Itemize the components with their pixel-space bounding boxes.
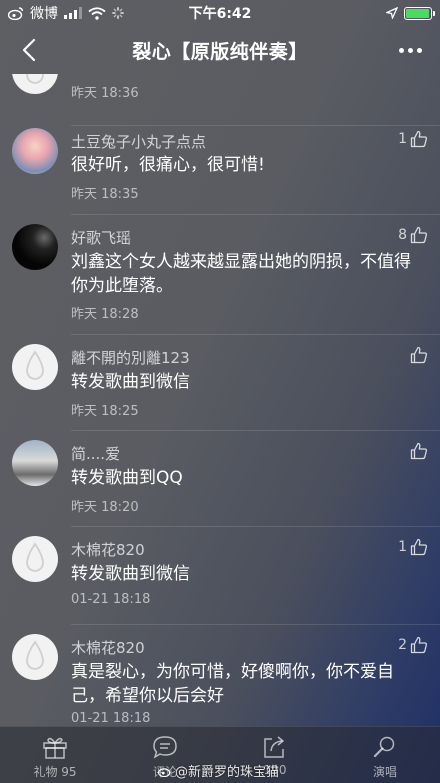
like-button[interactable]: 8 <box>398 226 428 244</box>
comment-list[interactable]: 昨天 18:36 土豆兔子小丸子点点 1 很好听，很痛心，很可惜! 昨天 18:… <box>0 74 440 726</box>
default-avatar-icon <box>26 640 44 670</box>
comment-username[interactable]: 土豆兔子小丸子点点 <box>71 131 206 152</box>
weibo-icon <box>158 767 171 777</box>
status-bar: 微博 下午6:42 <box>0 0 440 26</box>
microphone-icon <box>373 736 395 758</box>
chevron-left-icon <box>22 38 36 62</box>
comment-username[interactable]: 好歌飞瑶 <box>71 227 131 248</box>
status-right <box>386 6 435 20</box>
divider <box>71 430 440 431</box>
back-button[interactable] <box>14 34 44 66</box>
location-arrow-icon <box>386 7 398 19</box>
like-button[interactable]: 1 <box>398 538 428 556</box>
loading-spinner-icon <box>112 7 124 19</box>
watermark: @新爵罗的珠宝猫 <box>158 761 279 780</box>
thumbs-up-icon <box>410 636 428 654</box>
comment-text: 转发歌曲到微信 <box>71 372 190 392</box>
default-avatar-icon <box>26 74 44 84</box>
weibo-icon <box>8 7 24 20</box>
avatar[interactable] <box>12 74 58 94</box>
thumbs-up-icon <box>410 538 428 556</box>
avatar[interactable] <box>12 224 58 270</box>
like-count: 8 <box>398 227 407 243</box>
avatar[interactable] <box>12 128 58 174</box>
like-button[interactable]: 2 <box>398 636 428 654</box>
status-left: 微博 <box>8 3 124 23</box>
comment-item[interactable]: 好歌飞瑶 8 刘鑫这个女人越来越显露出她的阴损，不值得你为此堕落。 昨天 18:… <box>0 214 440 326</box>
page-title: 裂心【原版纯伴奏】 <box>132 40 308 63</box>
thumbs-up-icon <box>410 226 428 244</box>
comment-text: 真是裂心，为你可惜，好傻啊你，你不爱自己，希望你以后会好 <box>71 662 394 706</box>
comment-text: 很好听，很痛心，很可惜! <box>71 155 265 175</box>
divider <box>71 125 440 126</box>
thumbs-up-icon <box>410 130 428 148</box>
wifi-icon <box>88 6 106 20</box>
comment-item[interactable]: 離不開的別離123 转发歌曲到微信 昨天 18:25 <box>0 334 440 420</box>
like-button[interactable]: 1 <box>398 130 428 148</box>
dot-icon <box>407 47 413 53</box>
dot-icon <box>398 47 404 53</box>
comment-time: 01-21 18:18 <box>71 592 151 607</box>
cellular-signal-icon <box>64 7 82 19</box>
comment-time: 昨天 18:35 <box>71 187 139 202</box>
comment-text: 转发歌曲到微信 <box>71 564 190 584</box>
watermark-text: @新爵罗的珠宝猫 <box>175 765 280 780</box>
like-count: 1 <box>398 131 407 147</box>
divider <box>71 526 440 527</box>
comment-item[interactable]: 简....爱 转发歌曲到QQ 昨天 18:20 <box>0 430 440 516</box>
comment-item[interactable]: 土豆兔子小丸子点点 1 很好听，很痛心，很可惜! 昨天 18:35 <box>0 125 440 206</box>
status-time: 下午6:42 <box>188 6 252 22</box>
comment-time: 01-21 18:18 <box>71 711 151 726</box>
comment-username[interactable]: 木棉花820 <box>71 637 145 658</box>
comment-username[interactable]: 简....爱 <box>71 443 120 464</box>
like-count: 1 <box>398 539 407 555</box>
carrier-label: 微博 <box>30 6 58 22</box>
battery-level <box>406 8 429 18</box>
comment-text: 刘鑫这个女人越来越显露出她的阴损，不值得你为此堕落。 <box>71 252 411 296</box>
comment-item[interactable]: 木棉花820 2 真是裂心，为你可惜，好傻啊你，你不爱自己，希望你以后会好 01… <box>0 624 440 726</box>
comment-username[interactable]: 木棉花820 <box>71 539 145 560</box>
avatar[interactable] <box>12 440 58 486</box>
comment-icon <box>153 736 177 759</box>
avatar[interactable] <box>12 344 58 390</box>
divider <box>71 334 440 335</box>
comment-time: 昨天 18:20 <box>71 500 139 515</box>
comment-text: 转发歌曲到QQ <box>71 468 183 488</box>
tab-gift-label: 礼物 95 <box>33 765 77 779</box>
dot-icon <box>416 47 422 53</box>
comment-time: 昨天 18:28 <box>71 307 139 322</box>
like-button[interactable] <box>410 442 428 460</box>
more-options-button[interactable] <box>394 36 426 64</box>
battery-icon <box>404 6 435 20</box>
divider <box>71 624 440 625</box>
avatar[interactable] <box>12 634 58 680</box>
thumbs-up-icon <box>410 346 428 364</box>
tab-gift[interactable]: 礼物 95 <box>0 727 110 783</box>
nav-bar: 裂心【原版纯伴奏】 <box>0 26 440 74</box>
like-count: 2 <box>398 637 407 653</box>
comment-time: 昨天 18:36 <box>71 86 139 101</box>
tab-sing[interactable]: 演唱 <box>330 727 440 783</box>
avatar[interactable] <box>12 536 58 582</box>
comment-item[interactable]: 木棉花820 1 转发歌曲到微信 01-21 18:18 <box>0 526 440 612</box>
like-button[interactable] <box>410 346 428 364</box>
thumbs-up-icon <box>410 442 428 460</box>
tab-sing-label: 演唱 <box>372 765 397 779</box>
divider <box>71 214 440 215</box>
comment-item[interactable]: 昨天 18:36 <box>0 74 440 112</box>
comment-username[interactable]: 離不開的別離123 <box>71 347 190 368</box>
share-icon <box>264 736 285 758</box>
gift-icon <box>43 737 67 759</box>
comment-time: 昨天 18:25 <box>71 404 139 419</box>
default-avatar-icon <box>26 542 44 572</box>
default-avatar-icon <box>26 350 44 380</box>
